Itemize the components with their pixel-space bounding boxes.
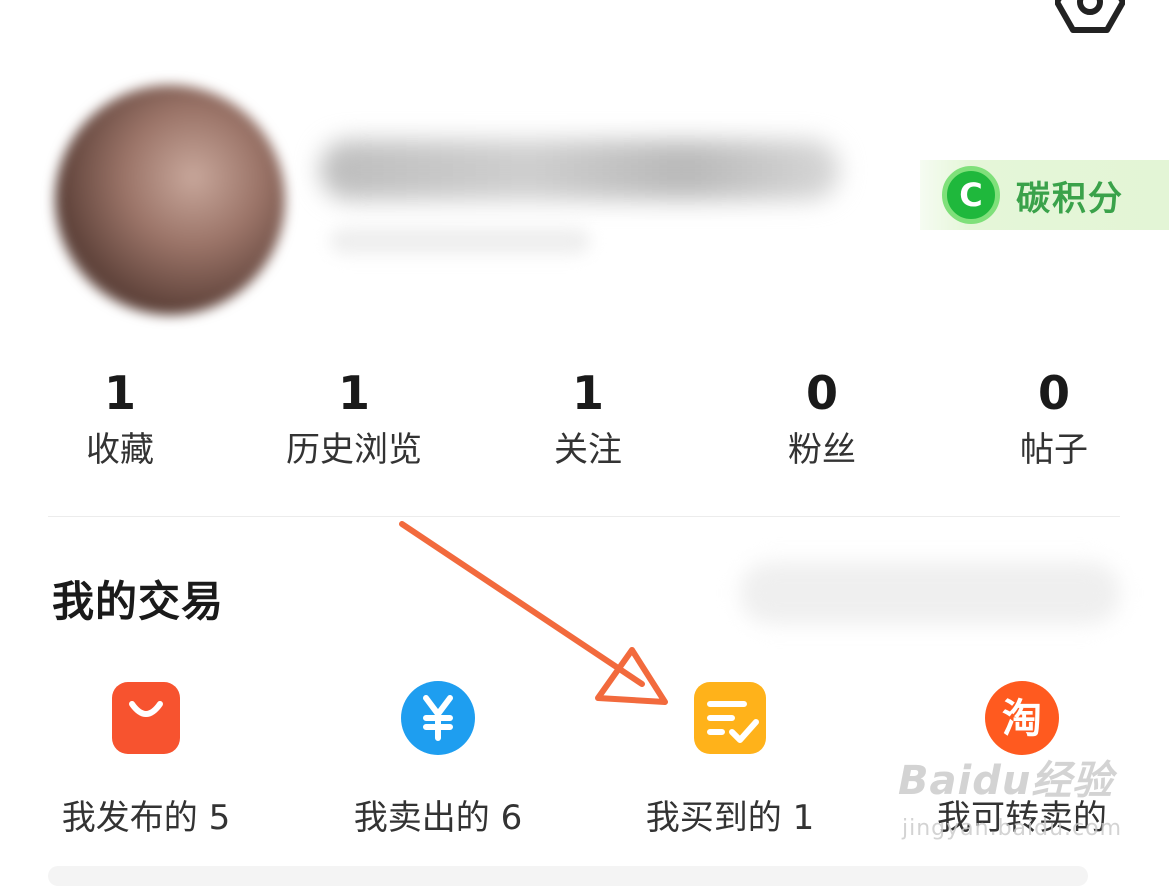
stat-history[interactable]: 1 历史浏览 bbox=[254, 365, 454, 475]
annotation-arrow-icon bbox=[399, 521, 668, 705]
trade-item-label: 我卖出的 6 bbox=[353, 798, 523, 838]
watermark-brand: Baidu经验 bbox=[898, 758, 1114, 804]
stat-label: 帖子 bbox=[1020, 430, 1088, 470]
stat-count: 0 bbox=[1037, 366, 1070, 420]
trade-item-label: 我买到的 1 bbox=[645, 798, 815, 838]
trade-item-label: 我发布的 5 bbox=[61, 798, 231, 838]
settings-icon[interactable] bbox=[1055, 0, 1125, 34]
username-blurred bbox=[320, 140, 840, 200]
stat-fans[interactable]: 0 粉丝 bbox=[722, 365, 922, 475]
section-title-my-trades: 我的交易 bbox=[52, 577, 225, 626]
carbon-points-badge[interactable]: C 碳积分 bbox=[920, 160, 1169, 230]
trade-item-published[interactable]: 我发布的 5 bbox=[26, 680, 266, 839]
stat-posts[interactable]: 0 帖子 bbox=[954, 365, 1154, 475]
checklist-icon bbox=[694, 682, 766, 754]
stat-label: 关注 bbox=[554, 430, 622, 470]
stat-label: 收藏 bbox=[86, 430, 154, 470]
stat-label: 粉丝 bbox=[788, 430, 856, 470]
profile-subtext-blurred bbox=[330, 228, 590, 254]
carbon-c-icon: C bbox=[942, 166, 1000, 224]
taobao-tao-icon: 淘 bbox=[985, 681, 1059, 755]
avatar[interactable] bbox=[55, 85, 285, 315]
shopping-bag-icon bbox=[112, 682, 180, 754]
bottom-card-edge bbox=[48, 866, 1088, 886]
stat-label: 历史浏览 bbox=[286, 430, 422, 470]
watermark: Baidu经验 jingyan.baidu.com bbox=[898, 748, 1160, 858]
stat-count: 1 bbox=[103, 366, 136, 420]
stat-following[interactable]: 1 关注 bbox=[488, 365, 688, 475]
trades-link-blurred[interactable] bbox=[740, 562, 1120, 624]
stat-count: 1 bbox=[337, 366, 370, 420]
carbon-points-label: 碳积分 bbox=[1016, 178, 1124, 219]
watermark-url: jingyan.baidu.com bbox=[902, 816, 1123, 841]
stat-favorites[interactable]: 1 收藏 bbox=[20, 365, 220, 475]
svg-text:淘: 淘 bbox=[1002, 696, 1042, 742]
stat-count: 0 bbox=[805, 366, 838, 420]
stat-count: 1 bbox=[571, 366, 604, 420]
